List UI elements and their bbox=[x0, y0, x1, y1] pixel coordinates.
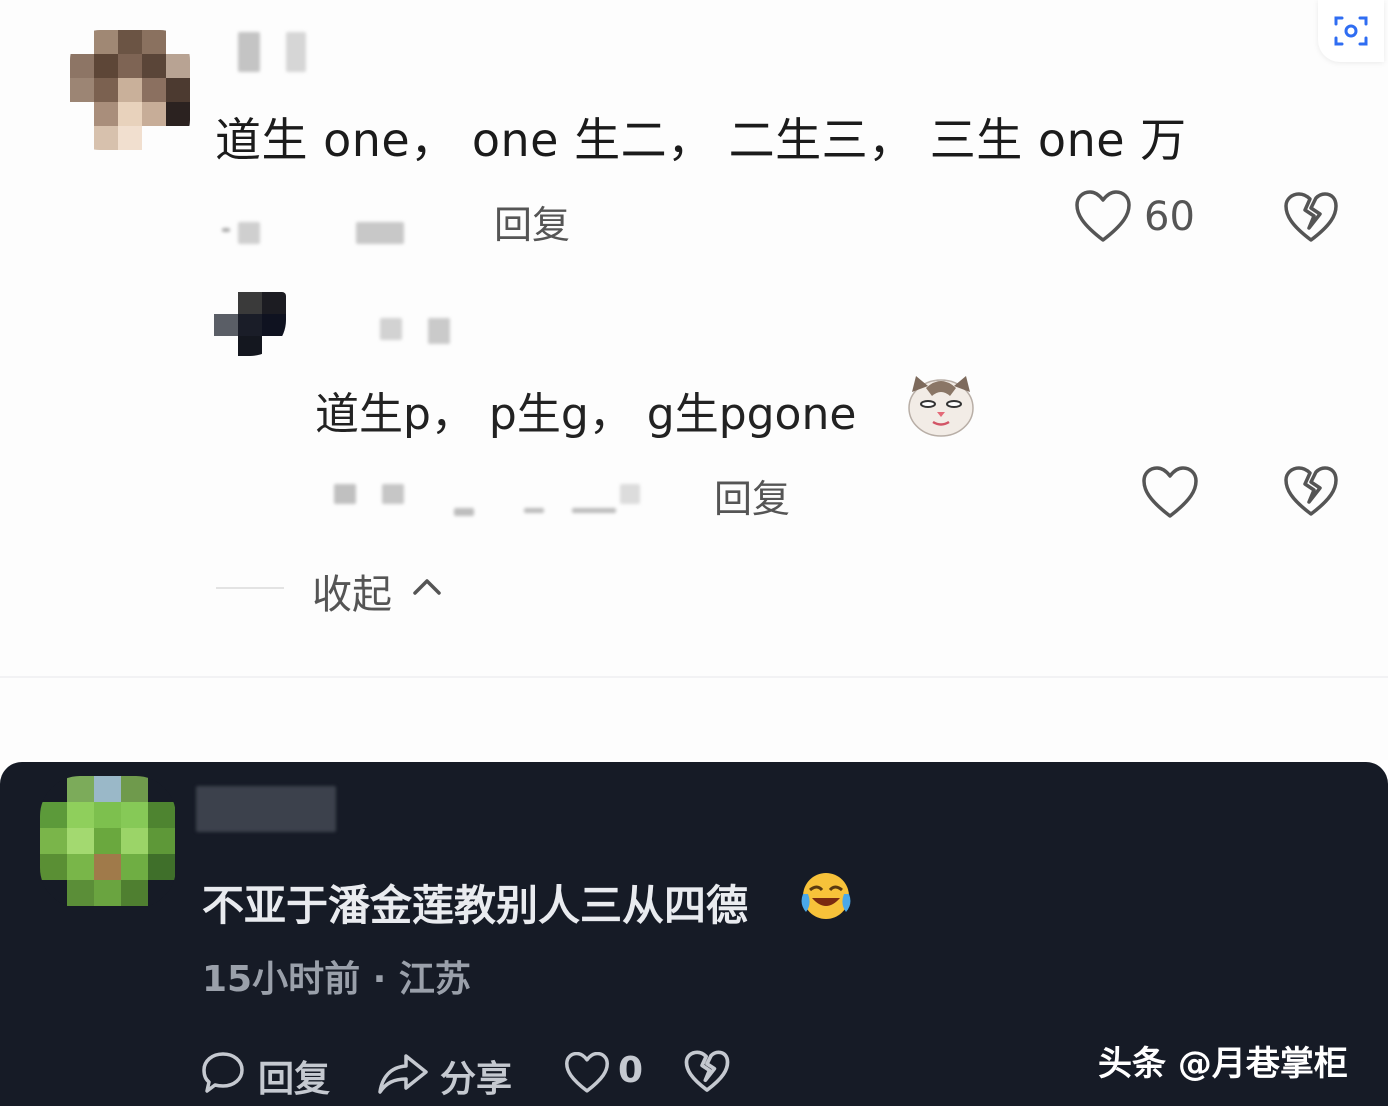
comment-bubble-icon bbox=[202, 1052, 244, 1093]
timestamp-redacted bbox=[222, 228, 230, 232]
like-button[interactable]: 0 bbox=[564, 1048, 654, 1096]
username-redacted[interactable] bbox=[238, 32, 260, 72]
avatar[interactable] bbox=[70, 30, 190, 150]
reply-text: 道生p， p生g， g生pgone bbox=[315, 389, 857, 440]
avatar[interactable] bbox=[40, 776, 176, 908]
location-redacted bbox=[356, 222, 404, 244]
like-count: 60 bbox=[1144, 194, 1195, 240]
scan-icon bbox=[1334, 16, 1368, 46]
username-redacted[interactable] bbox=[196, 786, 336, 832]
collapse-button[interactable]: 收起 bbox=[312, 562, 452, 618]
timestamp-redacted bbox=[382, 484, 404, 504]
reply-button[interactable]: 回复 bbox=[494, 194, 570, 249]
share-label: 分享 bbox=[440, 1059, 513, 1100]
reply-button[interactable]: 回复 bbox=[714, 468, 790, 523]
collapse-divider bbox=[216, 587, 284, 589]
share-arrow-icon bbox=[378, 1054, 428, 1094]
heart-icon bbox=[565, 1052, 609, 1093]
timestamp-redacted bbox=[334, 484, 356, 504]
username-redacted[interactable] bbox=[286, 32, 306, 72]
share-button[interactable]: 分享 bbox=[376, 1048, 526, 1100]
timestamp-redacted bbox=[238, 222, 260, 244]
chevron-up-icon bbox=[413, 579, 441, 595]
dislike-button[interactable] bbox=[1283, 192, 1339, 244]
dislike-button[interactable] bbox=[684, 1050, 730, 1094]
like-button[interactable] bbox=[1141, 466, 1199, 520]
heart-icon bbox=[1142, 466, 1198, 518]
location-redacted bbox=[524, 508, 544, 513]
like-count: 0 bbox=[618, 1050, 644, 1091]
username-redacted[interactable] bbox=[428, 318, 450, 344]
divider bbox=[0, 676, 1388, 678]
dislike-button[interactable] bbox=[1283, 466, 1339, 518]
location-redacted bbox=[454, 508, 474, 516]
comment-text: 不亚于潘金莲教别人三从四德 bbox=[202, 881, 749, 930]
location-redacted bbox=[620, 484, 640, 504]
username-redacted[interactable] bbox=[380, 318, 402, 340]
broken-heart-icon bbox=[684, 1050, 730, 1092]
broken-heart-icon bbox=[1284, 192, 1338, 242]
collapse-label: 收起 bbox=[312, 572, 392, 618]
cat-emoji bbox=[906, 372, 976, 438]
watermark: 头条 @月巷掌柜 bbox=[1098, 1044, 1348, 1084]
scan-button[interactable] bbox=[1318, 0, 1384, 62]
reply-label: 回复 bbox=[258, 1059, 331, 1100]
comment-text: 道生 one， one 生二， 二生三， 三生 one 万 bbox=[215, 113, 1187, 167]
crying-laugh-emoji bbox=[800, 870, 852, 922]
broken-heart-icon bbox=[1284, 466, 1338, 516]
heart-icon bbox=[1075, 190, 1131, 242]
reply-button[interactable]: 回复 bbox=[200, 1048, 350, 1100]
timestamp-location: 15小时前 · 江苏 bbox=[202, 959, 471, 1000]
like-button[interactable]: 60 bbox=[1074, 190, 1204, 246]
location-redacted bbox=[572, 508, 616, 513]
